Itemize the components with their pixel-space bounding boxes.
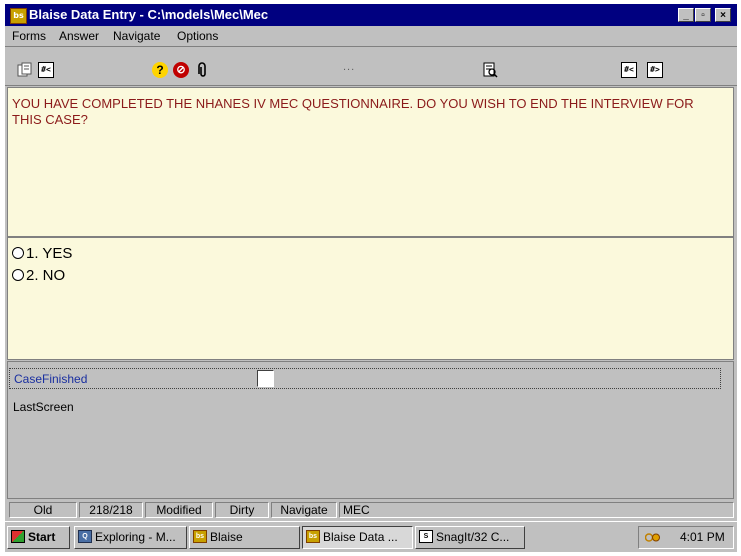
previous-form-icon[interactable]: #< bbox=[38, 62, 54, 78]
minimize-button[interactable]: _ bbox=[678, 8, 694, 22]
answer-panel: 1. YES 2. NO bbox=[7, 237, 734, 360]
start-button[interactable]: Start bbox=[7, 526, 70, 549]
taskbar-button-exploring[interactable]: Q Exploring - M... bbox=[74, 526, 187, 549]
start-label: Start bbox=[28, 530, 56, 544]
menu-bar: Forms Answer Navigate Options bbox=[5, 26, 737, 47]
field-value-input[interactable] bbox=[257, 370, 274, 387]
previous-field-icon[interactable]: #< bbox=[621, 62, 637, 78]
blaise-app-icon[interactable]: bs bbox=[10, 8, 27, 24]
taskbar-button-label: Blaise bbox=[210, 530, 243, 544]
system-tray: 4:01 PM bbox=[638, 526, 734, 549]
status-dirty: Dirty bbox=[215, 502, 269, 518]
taskbar: Start Q Exploring - M... bs Blaise bs Blais… bbox=[5, 521, 737, 552]
status-bar: Old 218/218 Modified Dirty Navigate MEC bbox=[5, 500, 737, 520]
answer-option-label: 1. YES bbox=[26, 245, 73, 262]
answer-option-label: 2. NO bbox=[26, 267, 66, 284]
answer-option-no[interactable]: 2. NO bbox=[12, 267, 65, 284]
taskbar-button-blaise-data-entry[interactable]: bs Blaise Data ... bbox=[302, 526, 413, 549]
taskbar-button-blaise[interactable]: bs Blaise bbox=[189, 526, 300, 549]
tray-app-icon[interactable] bbox=[644, 532, 661, 543]
close-button[interactable]: × bbox=[715, 8, 731, 22]
restore-button[interactable]: ▫ bbox=[695, 8, 711, 22]
blaise-icon: bs bbox=[306, 530, 320, 544]
taskbar-clock[interactable]: 4:01 PM bbox=[680, 527, 725, 547]
menu-options[interactable]: Options bbox=[177, 29, 218, 43]
window-title: Blaise Data Entry - C:\models\Mec\Mec bbox=[29, 7, 269, 22]
search-doc-icon[interactable] bbox=[482, 62, 498, 78]
status-page-counter: 218/218 bbox=[79, 502, 143, 518]
blaise-icon: bs bbox=[193, 530, 207, 544]
taskbar-button-label: SnagIt/32 C... bbox=[436, 530, 510, 544]
menu-forms[interactable]: Forms bbox=[12, 29, 46, 43]
field-row-casefinished[interactable]: CaseFinished bbox=[9, 368, 721, 389]
application-window: bs Blaise Data Entry - C:\models\Mec\Mec… bbox=[5, 4, 737, 552]
status-record-state: Old bbox=[9, 502, 77, 518]
windows-logo-icon bbox=[11, 530, 25, 544]
radio-button[interactable] bbox=[12, 269, 24, 282]
snagit-icon: S bbox=[419, 530, 433, 544]
status-mode: Navigate bbox=[271, 502, 337, 518]
field-name: CaseFinished bbox=[14, 372, 88, 386]
menu-navigate[interactable]: Navigate bbox=[113, 29, 160, 43]
radio-button[interactable] bbox=[12, 247, 24, 260]
next-field-icon[interactable]: #> bbox=[647, 62, 663, 78]
field-list-panel: CaseFinished LastScreen bbox=[7, 361, 734, 499]
no-entry-icon[interactable]: ⊘ bbox=[173, 62, 189, 78]
question-text: YOU HAVE COMPLETED THE NHANES IV MEC QUE… bbox=[12, 96, 694, 127]
title-bar[interactable]: bs Blaise Data Entry - C:\models\Mec\Mec… bbox=[5, 4, 737, 26]
explorer-icon: Q bbox=[78, 530, 92, 544]
taskbar-button-label: Exploring - M... bbox=[95, 530, 176, 544]
field-row-lastscreen[interactable]: LastScreen bbox=[13, 400, 74, 414]
attachment-icon[interactable] bbox=[194, 62, 210, 78]
menu-answer[interactable]: Answer bbox=[59, 29, 99, 43]
copy-form-icon[interactable] bbox=[17, 62, 33, 78]
answer-option-yes[interactable]: 1. YES bbox=[12, 245, 72, 262]
help-icon[interactable]: ? bbox=[152, 62, 168, 78]
question-panel: YOU HAVE COMPLETED THE NHANES IV MEC QUE… bbox=[7, 87, 734, 237]
taskbar-button-snagit[interactable]: S SnagIt/32 C... bbox=[415, 526, 525, 549]
status-modified: Modified bbox=[145, 502, 213, 518]
toolbar-separator-dots: ... bbox=[343, 61, 356, 73]
status-form-name: MEC bbox=[339, 502, 734, 518]
taskbar-button-label: Blaise Data ... bbox=[323, 530, 398, 544]
toolbar: #< ? ⊘ ... #< #> bbox=[5, 47, 737, 86]
